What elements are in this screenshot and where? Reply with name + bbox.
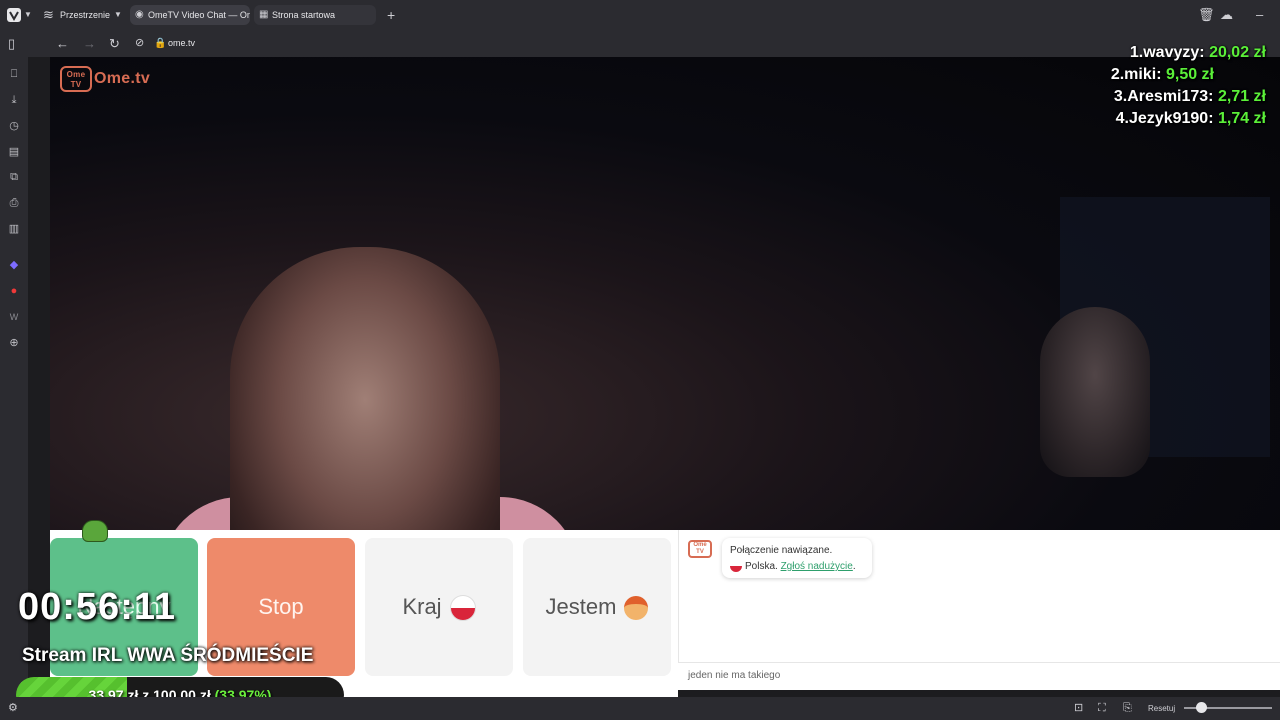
- country-button[interactable]: Kraj: [365, 538, 513, 676]
- leaderboard-entry: 1.wavyzy: 20,02 zł: [1130, 44, 1266, 62]
- workspaces-icon[interactable]: ≋: [43, 0, 54, 30]
- tab-start-page[interactable]: ▦ Strona startowa: [254, 5, 376, 25]
- connection-status: Połączenie nawiązane.: [730, 545, 833, 556]
- partner-figure: [230, 247, 500, 530]
- minimize-icon[interactable]: –: [1256, 0, 1263, 30]
- gender-button[interactable]: Jestem: [523, 538, 671, 676]
- forward-icon: →: [83, 36, 96, 51]
- tab-label: OmeTV Video Chat — Ome: [148, 10, 250, 20]
- site-shield-icon[interactable]: ⊘: [135, 30, 144, 57]
- leaderboard-entry: 3.Aresmi173: 2,71 zł: [1114, 88, 1266, 106]
- rank: 3.: [1113, 88, 1128, 105]
- vivaldi-icon[interactable]: ●: [6, 283, 22, 299]
- poland-flag-icon: [449, 595, 476, 622]
- mastodon-icon[interactable]: ◆: [6, 257, 22, 273]
- new-tab-button[interactable]: +: [387, 0, 395, 30]
- donor-name: Aresmi173:: [1127, 88, 1214, 105]
- settings-gear-icon[interactable]: ⚙: [8, 697, 18, 720]
- chevron-down-icon[interactable]: ▼: [24, 0, 32, 30]
- stream-title: Stream IRL WWA ŚRÓDMIEŚCIE: [22, 645, 314, 666]
- page-actions-icon[interactable]: ⎘: [1123, 697, 1132, 720]
- rank: 1.: [1129, 44, 1144, 61]
- reload-icon[interactable]: ↻: [109, 30, 120, 57]
- workspace-chevron-icon[interactable]: ▼: [114, 0, 122, 30]
- gender-label: Jestem: [545, 594, 617, 619]
- capture-icon[interactable]: ⊡: [1074, 697, 1083, 720]
- url-field[interactable]: ome.tv: [168, 30, 195, 57]
- donation-amount: 2,71 zł: [1217, 88, 1266, 105]
- workspace-label[interactable]: Przestrzenie: [60, 0, 110, 30]
- printer-icon[interactable]: ⎙: [6, 195, 22, 211]
- poland-flag-icon: [730, 560, 742, 573]
- donor-name: miki:: [1124, 66, 1162, 83]
- wikipedia-icon[interactable]: W: [6, 309, 22, 325]
- add-panel-icon[interactable]: ⊕: [6, 335, 22, 351]
- notes-icon[interactable]: ▤: [6, 144, 22, 160]
- trash-icon[interactable]: 🗑: [1198, 0, 1215, 30]
- panel-toggle-icon[interactable]: ▯: [8, 30, 15, 57]
- tab-ometv[interactable]: ◉ OmeTV Video Chat — Ome: [130, 5, 250, 25]
- vivaldi-menu-icon[interactable]: [7, 0, 21, 33]
- sync-cloud-icon[interactable]: ☁: [1220, 0, 1233, 30]
- ometv-chat-icon: Ome TV: [688, 540, 712, 558]
- leaderboard-entry: 4.Jezyk9190: 1,74 zł: [1116, 110, 1266, 128]
- rank: 4.: [1115, 110, 1129, 127]
- streamer-figure: [1040, 307, 1150, 477]
- stream-timer: 00:56:11: [18, 586, 177, 628]
- donation-amount: 1,74 zł: [1217, 110, 1266, 127]
- chat-input[interactable]: jeden nie ma takiego: [678, 662, 1280, 690]
- country-label: Kraj: [402, 594, 442, 619]
- tiling-icon[interactable]: ⛶: [1098, 697, 1106, 720]
- report-suffix: .: [852, 561, 856, 572]
- donation-amount: 9,50 zł: [1165, 66, 1214, 83]
- leaderboard-entry: 2.miki: 9,50 zł: [1111, 66, 1214, 84]
- download-icon[interactable]: ⤓: [6, 92, 22, 108]
- grid-icon: ▦: [259, 9, 269, 20]
- bookmark-icon[interactable]: ⎕: [6, 66, 22, 82]
- donor-name: Jezyk9190:: [1129, 110, 1214, 127]
- donor-name: wavyzy:: [1143, 44, 1205, 61]
- rank: 2.: [1110, 66, 1125, 83]
- logo-text: Ome.tv: [94, 70, 151, 87]
- system-message: Połączenie nawiązane. Polska. Zgłoś nadu…: [722, 538, 872, 578]
- country-line: Polska. Zgłoś nadużycie.: [730, 559, 864, 575]
- report-abuse-link[interactable]: Zgłoś nadużycie: [781, 561, 853, 572]
- ometv-favicon-icon: ◉: [135, 9, 144, 20]
- pepe-emote-icon: [82, 520, 108, 542]
- status-bar: [0, 697, 1280, 720]
- ometv-logo: Ome TV Ome.tv: [60, 65, 150, 93]
- boy-face-icon: [624, 596, 649, 621]
- zoom-reset-button[interactable]: Resetuj: [1148, 697, 1175, 720]
- history-icon[interactable]: ◷: [6, 118, 22, 134]
- donation-amount: 20,02 zł: [1209, 44, 1266, 61]
- logo-tv-icon: Ome TV: [60, 65, 92, 92]
- tab-label: Strona startowa: [272, 10, 336, 20]
- zoom-slider-handle[interactable]: [1196, 702, 1207, 713]
- lock-icon[interactable]: 🔒: [154, 30, 166, 57]
- back-icon[interactable]: ←: [56, 30, 69, 57]
- country-text: Polska.: [745, 561, 778, 572]
- reading-list-icon[interactable]: ▥: [6, 221, 22, 237]
- translate-icon[interactable]: ⧉: [6, 169, 22, 185]
- video-feed: [50, 57, 1280, 530]
